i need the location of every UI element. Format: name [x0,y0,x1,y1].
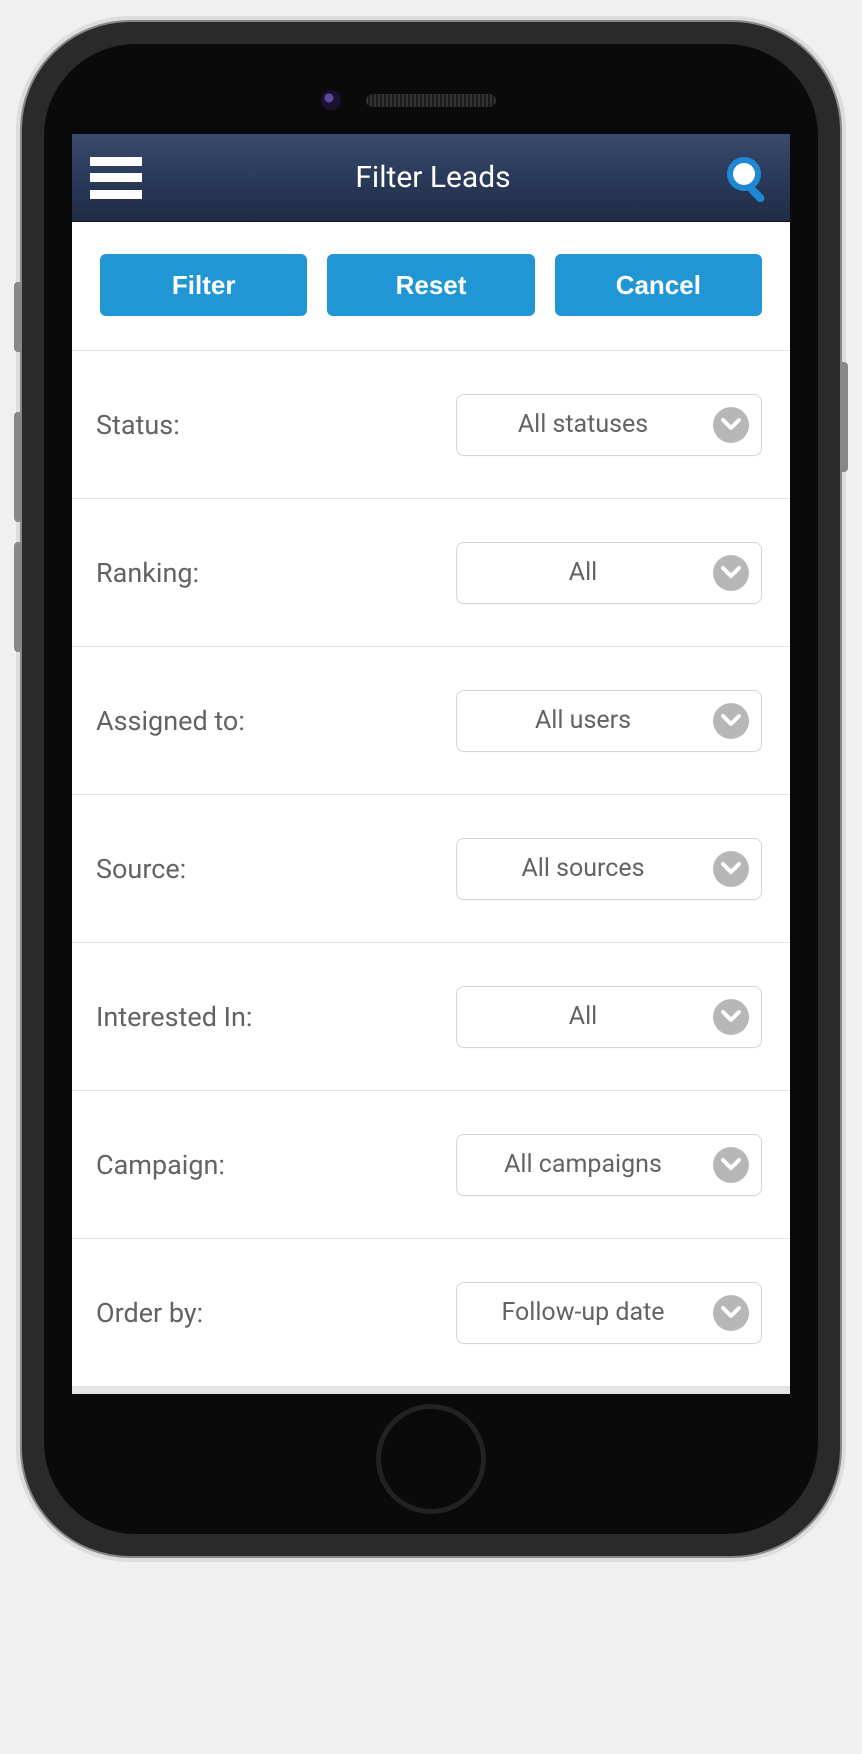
menu-icon[interactable] [90,157,142,199]
empty-space [72,1387,790,1394]
volume-switch [14,282,22,352]
filter-row-status: Status: All statuses [72,351,790,499]
home-button[interactable] [376,1404,486,1514]
filter-row-source: Source: All sources [72,795,790,943]
phone-frame: Filter Leads Filter Reset Cancel Status: [20,20,842,1558]
status-dropdown-value: All statuses [457,410,709,439]
cancel-button[interactable]: Cancel [555,254,762,316]
page-title: Filter Leads [355,160,510,195]
status-dropdown[interactable]: All statuses [456,394,762,456]
search-icon[interactable] [724,154,772,202]
filter-row-assigned-to: Assigned to: All users [72,647,790,795]
chevron-down-icon [713,1295,749,1331]
filter-label-interested-in: Interested In: [96,1001,252,1033]
filter-button[interactable]: Filter [100,254,307,316]
chevron-down-icon [713,999,749,1035]
filter-list: Status: All statuses Ranking: All [72,351,790,1387]
order-by-dropdown[interactable]: Follow-up date [456,1282,762,1344]
volume-down [14,542,22,652]
filter-row-campaign: Campaign: All campaigns [72,1091,790,1239]
chevron-down-icon [713,851,749,887]
filter-label-source: Source: [96,853,186,885]
speaker-grille [366,94,496,107]
filter-row-order-by: Order by: Follow-up date [72,1239,790,1387]
chevron-down-icon [713,555,749,591]
phone-body: Filter Leads Filter Reset Cancel Status: [44,44,818,1534]
reset-button[interactable]: Reset [327,254,534,316]
filter-row-ranking: Ranking: All [72,499,790,647]
chevron-down-icon [713,703,749,739]
chevron-down-icon [713,407,749,443]
front-camera [321,90,341,110]
interested-in-dropdown[interactable]: All [456,986,762,1048]
source-dropdown[interactable]: All sources [456,838,762,900]
campaign-dropdown[interactable]: All campaigns [456,1134,762,1196]
screen: Filter Leads Filter Reset Cancel Status: [72,134,790,1394]
assigned-to-dropdown[interactable]: All users [456,690,762,752]
app-header: Filter Leads [72,134,790,222]
action-button-row: Filter Reset Cancel [72,222,790,351]
filter-label-campaign: Campaign: [96,1149,225,1181]
power-button [840,362,848,472]
filter-label-status: Status: [96,409,180,441]
ranking-dropdown[interactable]: All [456,542,762,604]
campaign-dropdown-value: All campaigns [457,1150,709,1179]
chevron-down-icon [713,1147,749,1183]
ranking-dropdown-value: All [457,558,709,587]
filter-label-ranking: Ranking: [96,557,199,589]
order-by-dropdown-value: Follow-up date [457,1298,709,1327]
assigned-to-dropdown-value: All users [457,706,709,735]
filter-row-interested-in: Interested In: All [72,943,790,1091]
filter-label-order-by: Order by: [96,1297,203,1329]
interested-in-dropdown-value: All [457,1002,709,1031]
filter-label-assigned-to: Assigned to: [96,705,245,737]
source-dropdown-value: All sources [457,854,709,883]
volume-up [14,412,22,522]
